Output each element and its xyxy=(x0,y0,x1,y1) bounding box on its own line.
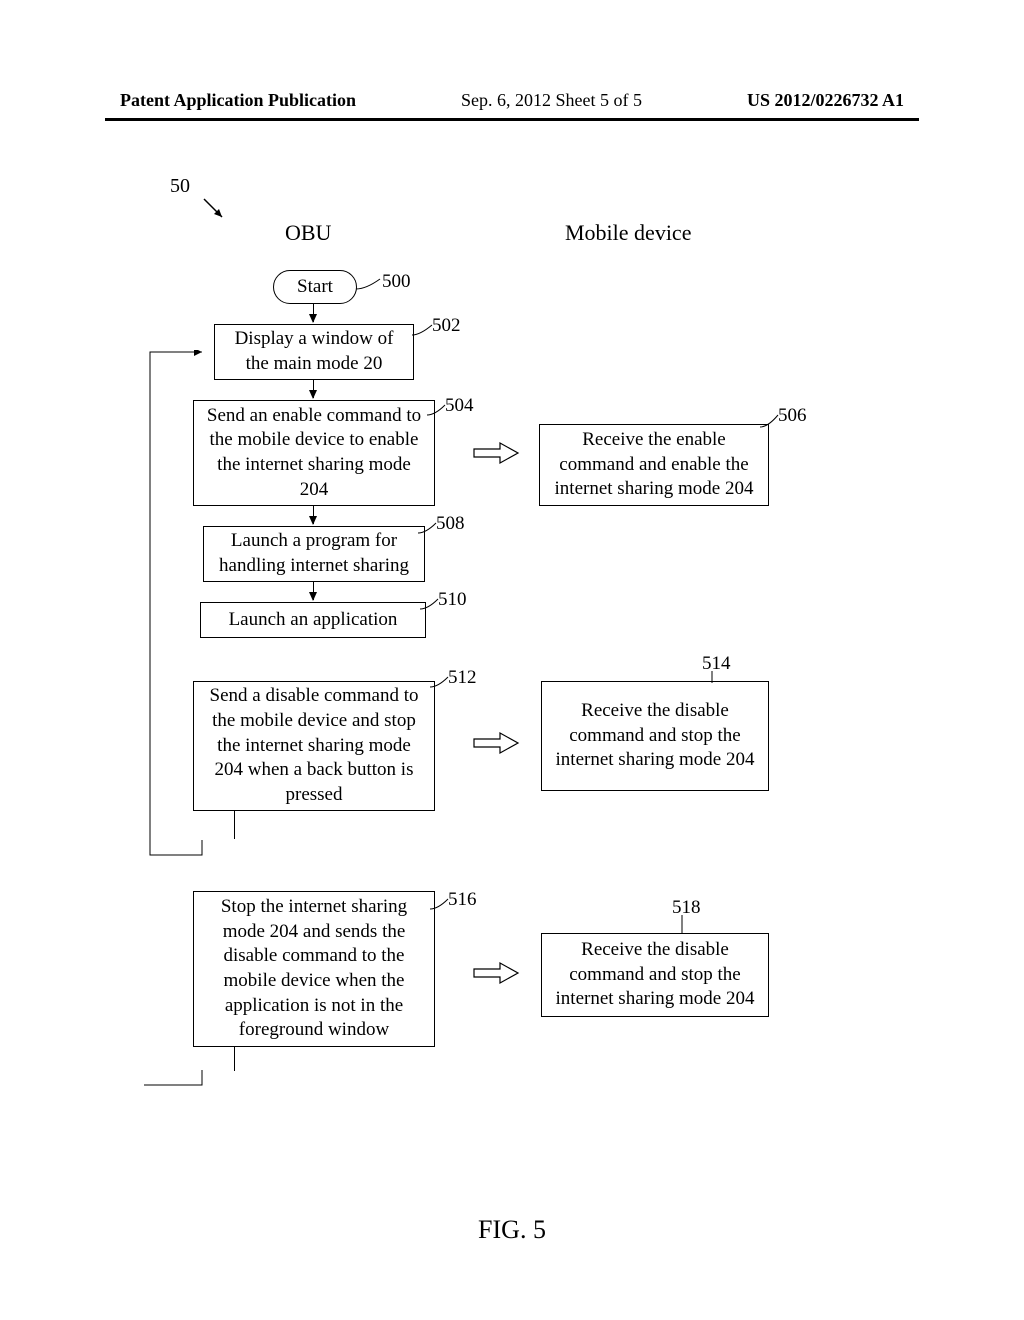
ref-num-506: 506 xyxy=(778,405,807,427)
ref-leader-516-icon xyxy=(428,895,452,911)
ref-leader-514-icon xyxy=(706,671,718,685)
arrow-508-to-510-icon xyxy=(313,582,314,600)
start-node: Start xyxy=(273,270,357,304)
big-arrow-504-to-506-icon xyxy=(472,441,520,465)
loop-516-back-icon xyxy=(140,350,210,1090)
step-516-box: Stop the internet sharing mode 204 and s… xyxy=(193,891,435,1047)
ref-50-label: 50 xyxy=(170,175,190,198)
ref-leader-506-icon xyxy=(758,411,782,429)
ref-leader-512-icon xyxy=(428,673,452,689)
column-header-obu: OBU xyxy=(285,220,331,246)
ref-num-500: 500 xyxy=(382,271,411,293)
ref-leader-500-icon xyxy=(354,275,384,293)
big-arrow-512-to-514-icon xyxy=(472,731,520,755)
column-header-mobile: Mobile device xyxy=(565,220,691,246)
stub-512-down-icon xyxy=(234,811,235,839)
step-512-box: Send a disable command to the mobile dev… xyxy=(193,681,435,811)
ref-num-510: 510 xyxy=(438,589,467,611)
ref-leader-502-icon xyxy=(410,321,436,337)
ref-leader-510-icon xyxy=(418,595,442,611)
step-504-box: Send an enable command to the mobile dev… xyxy=(193,400,435,506)
ref-num-504: 504 xyxy=(445,395,474,417)
step-514-box: Receive the disable command and stop the… xyxy=(541,681,769,791)
big-arrow-516-to-518-icon xyxy=(472,961,520,985)
ref-num-516: 516 xyxy=(448,889,477,911)
header-publication-label: Patent Application Publication xyxy=(120,90,356,111)
header-patent-number: US 2012/0226732 A1 xyxy=(747,90,904,111)
flowchart-diagram: 50 OBU Mobile device Start 500 Display a… xyxy=(0,175,1024,1320)
header-sheet-info: Sep. 6, 2012 Sheet 5 of 5 xyxy=(461,90,642,111)
figure-label: FIG. 5 xyxy=(0,1215,1024,1245)
ref-num-512: 512 xyxy=(448,667,477,689)
stub-516-down-icon xyxy=(234,1047,235,1071)
step-508-box: Launch a program for handling internet s… xyxy=(203,526,425,582)
arrow-500-to-502-icon xyxy=(313,304,314,322)
ref-50-arrow-icon xyxy=(200,195,230,225)
ref-num-502: 502 xyxy=(432,315,461,337)
arrow-502-to-504-icon xyxy=(313,380,314,398)
ref-leader-504-icon xyxy=(425,401,449,417)
header-divider xyxy=(105,118,919,121)
step-502-box: Display a window of the main mode 20 xyxy=(214,324,414,380)
ref-leader-508-icon xyxy=(416,519,440,535)
step-518-box: Receive the disable command and stop the… xyxy=(541,933,769,1017)
page-header: Patent Application Publication Sep. 6, 2… xyxy=(0,90,1024,111)
ref-leader-518-icon xyxy=(676,915,688,935)
step-510-box: Launch an application xyxy=(200,602,426,638)
step-506-box: Receive the enable command and enable th… xyxy=(539,424,769,506)
ref-num-508: 508 xyxy=(436,513,465,535)
arrow-504-to-508-icon xyxy=(313,506,314,524)
